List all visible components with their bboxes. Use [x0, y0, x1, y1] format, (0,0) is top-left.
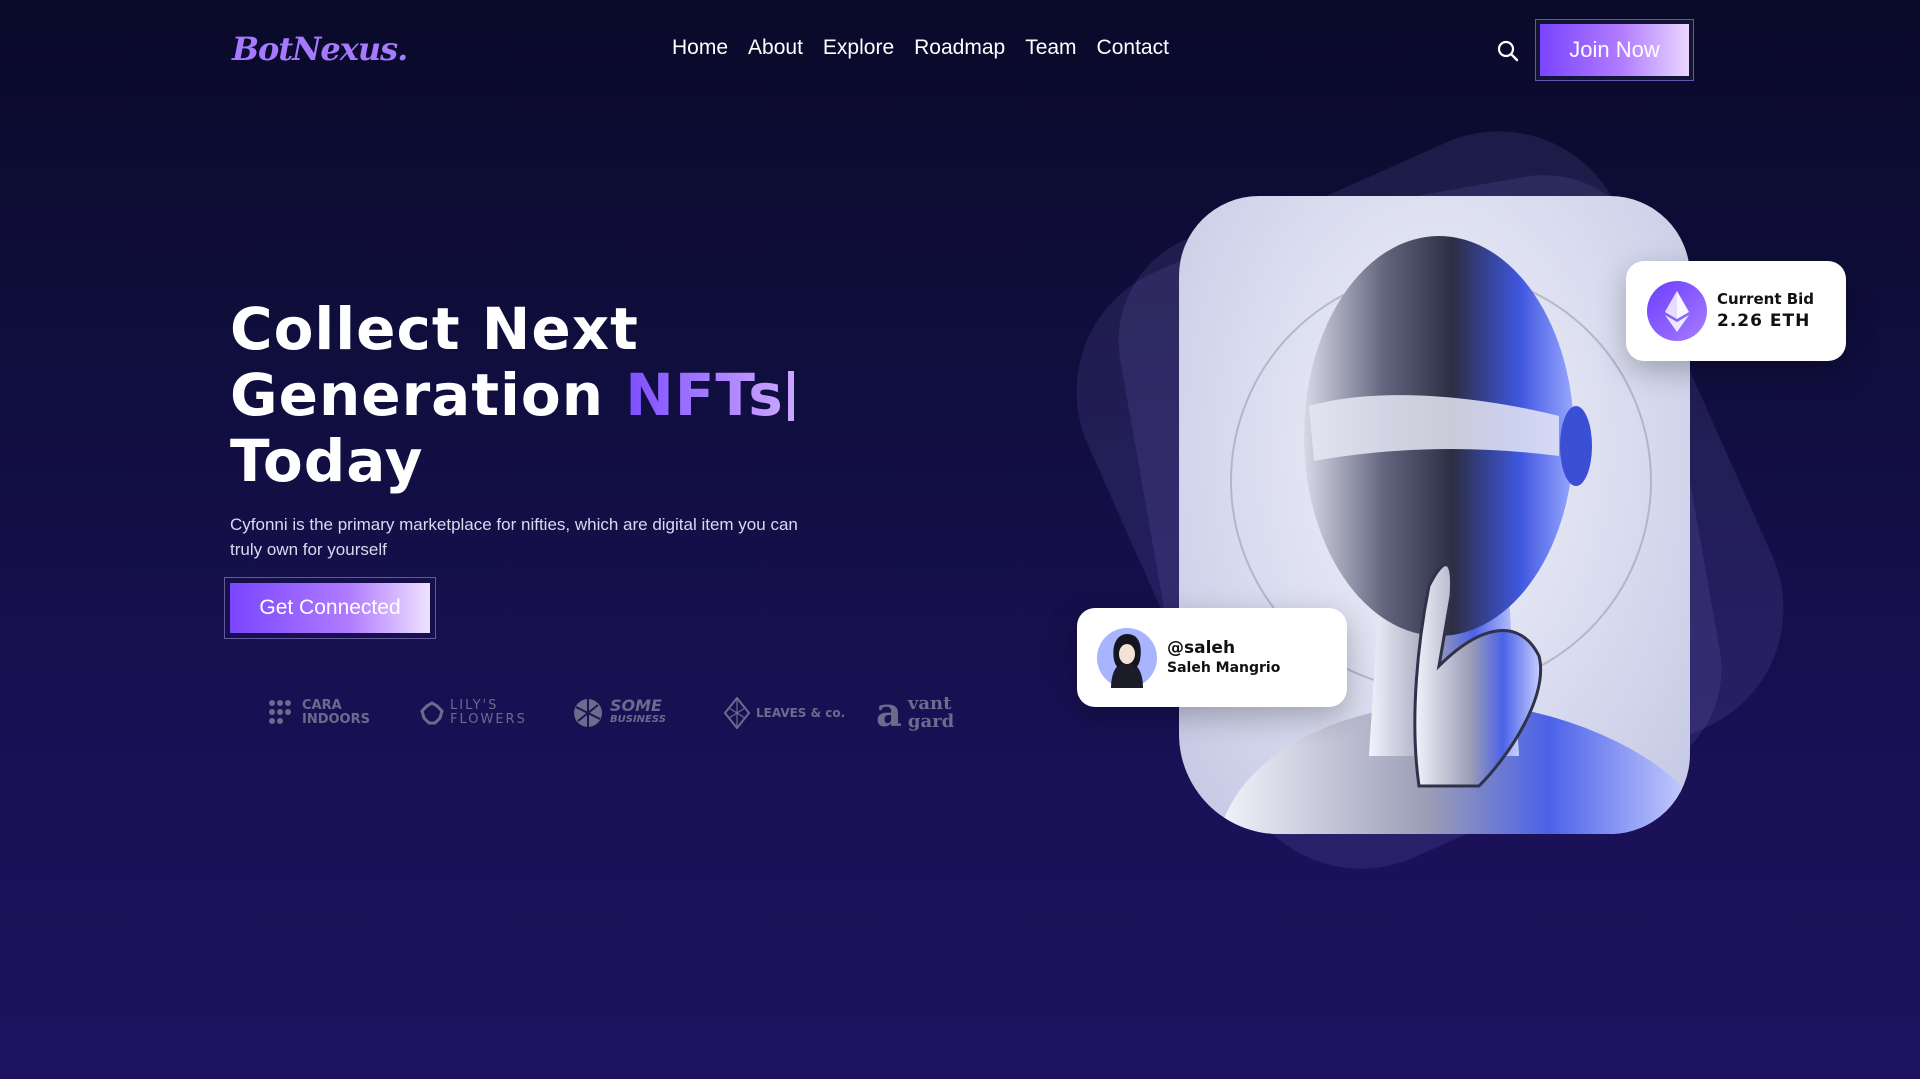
- partner-line: BUSINESS: [610, 714, 666, 725]
- search-icon[interactable]: [1496, 39, 1520, 63]
- partner-line: LEAVES & co.: [756, 706, 846, 720]
- current-bid-card: Current Bid 2.26 ETH: [1626, 261, 1846, 361]
- hero-title-line3: Today: [230, 427, 424, 495]
- partner-line: LILY'S: [450, 698, 499, 713]
- nav-team[interactable]: Team: [1025, 36, 1076, 60]
- nav-roadmap[interactable]: Roadmap: [914, 36, 1005, 60]
- partner-line: gard: [907, 711, 955, 732]
- partner-lilys-flowers: LILY'S FLOWERS: [420, 690, 527, 736]
- partner-line: SOME: [610, 696, 662, 715]
- current-bid-value: 2.26 ETH: [1717, 311, 1811, 331]
- get-connected-button[interactable]: Get Connected: [230, 583, 430, 633]
- creator-handle: @saleh: [1167, 638, 1236, 658]
- cara-dots-icon: [269, 700, 291, 724]
- partner-line: CARA: [302, 698, 342, 713]
- partner-cara-indoors: CARA INDOORS: [268, 690, 370, 736]
- leaf-icon: [724, 697, 750, 729]
- nft-artwork-card[interactable]: [1179, 196, 1690, 834]
- avant-garde-glyph: a: [876, 690, 902, 736]
- partner-logos: CARA INDOORS LILY'S FLOWERS SOME BUSINESS L…: [268, 690, 960, 736]
- creator-name: Saleh Mangrio: [1167, 660, 1281, 676]
- nav-contact[interactable]: Contact: [1097, 36, 1169, 60]
- flower-icon: [420, 701, 444, 725]
- nav-home[interactable]: Home: [672, 36, 728, 60]
- avatar: [1097, 628, 1157, 688]
- globe-icon: [574, 699, 602, 727]
- chrome-head-artwork: [1219, 236, 1690, 834]
- partner-avant-garde: a vant gard: [876, 690, 954, 736]
- creator-card[interactable]: @saleh Saleh Mangrio: [1077, 608, 1347, 707]
- get-connected-frame: Get Connected: [224, 577, 436, 639]
- join-now-frame: Join Now: [1535, 19, 1694, 81]
- nav-explore[interactable]: Explore: [823, 36, 894, 60]
- hero-title-line1: Collect Next: [230, 295, 639, 363]
- join-now-button[interactable]: Join Now: [1540, 24, 1689, 76]
- typing-cursor: [787, 371, 794, 421]
- ethereum-icon: [1647, 281, 1707, 341]
- partner-line: INDOORS: [302, 712, 370, 727]
- hero-title: Collect Next Generation NFTs Today: [230, 296, 794, 494]
- nav-about[interactable]: About: [748, 36, 803, 60]
- hero-title-line2: Generation: [230, 361, 626, 429]
- brand-logo[interactable]: BotNexus.: [232, 30, 408, 68]
- current-bid-label: Current Bid: [1717, 290, 1815, 308]
- main-nav: Home About Explore Roadmap Team Contact: [672, 36, 1169, 60]
- partner-leaves-co: LEAVES & co.: [724, 690, 845, 736]
- hero-title-accent: NFTs: [625, 361, 784, 429]
- hero-description: Cyfonni is the primary marketplace for n…: [230, 515, 798, 559]
- partner-line: FLOWERS: [450, 712, 527, 727]
- partner-some-business: SOME BUSINESS: [572, 690, 666, 736]
